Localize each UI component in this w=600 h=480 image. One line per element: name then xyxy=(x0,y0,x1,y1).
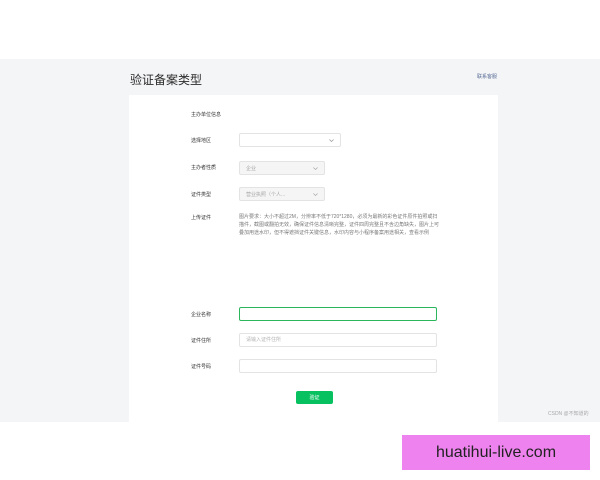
region-select[interactable] xyxy=(239,133,341,147)
region-label: 选择地区 xyxy=(191,138,212,144)
cert-number-label: 证件号码 xyxy=(191,364,212,370)
nature-label: 主办者性质 xyxy=(191,165,217,171)
page-title: 验证备案类型 xyxy=(130,73,203,87)
nature-select-value: 企业 xyxy=(246,166,257,172)
address-input[interactable] xyxy=(239,333,437,347)
company-name-label: 企业名称 xyxy=(191,312,212,318)
address-label: 证件住所 xyxy=(191,338,212,344)
contact-support-link[interactable]: 联系客服 xyxy=(477,73,497,80)
upload-requirements-text: 图片要求：大小不超过2M，分辨率不低于720*1280，必须为最新的彩色证件原件… xyxy=(239,214,440,236)
nature-select[interactable]: 企业 xyxy=(239,161,325,175)
verify-button[interactable]: 验证 xyxy=(296,391,333,404)
site-banner: huatihui-live.com xyxy=(402,435,590,470)
section-title: 主办单位信息 xyxy=(191,112,222,118)
watermark: CSDN @不知道的 xyxy=(548,411,589,417)
verification-form-card: 主办单位信息 选择地区 主办者性质 企业 证件类型 营业执照（个人... 上传证… xyxy=(129,95,498,422)
cert-number-input[interactable] xyxy=(239,359,437,373)
cert-type-select[interactable]: 营业执照（个人... xyxy=(239,187,325,201)
cert-type-select-value: 营业执照（个人... xyxy=(246,192,286,198)
chevron-down-icon xyxy=(313,193,318,197)
chevron-down-icon xyxy=(313,167,318,171)
company-name-input[interactable] xyxy=(239,307,437,321)
upload-label: 上传证件 xyxy=(191,215,212,221)
cert-type-label: 证件类型 xyxy=(191,192,212,198)
chevron-down-icon xyxy=(329,139,334,143)
